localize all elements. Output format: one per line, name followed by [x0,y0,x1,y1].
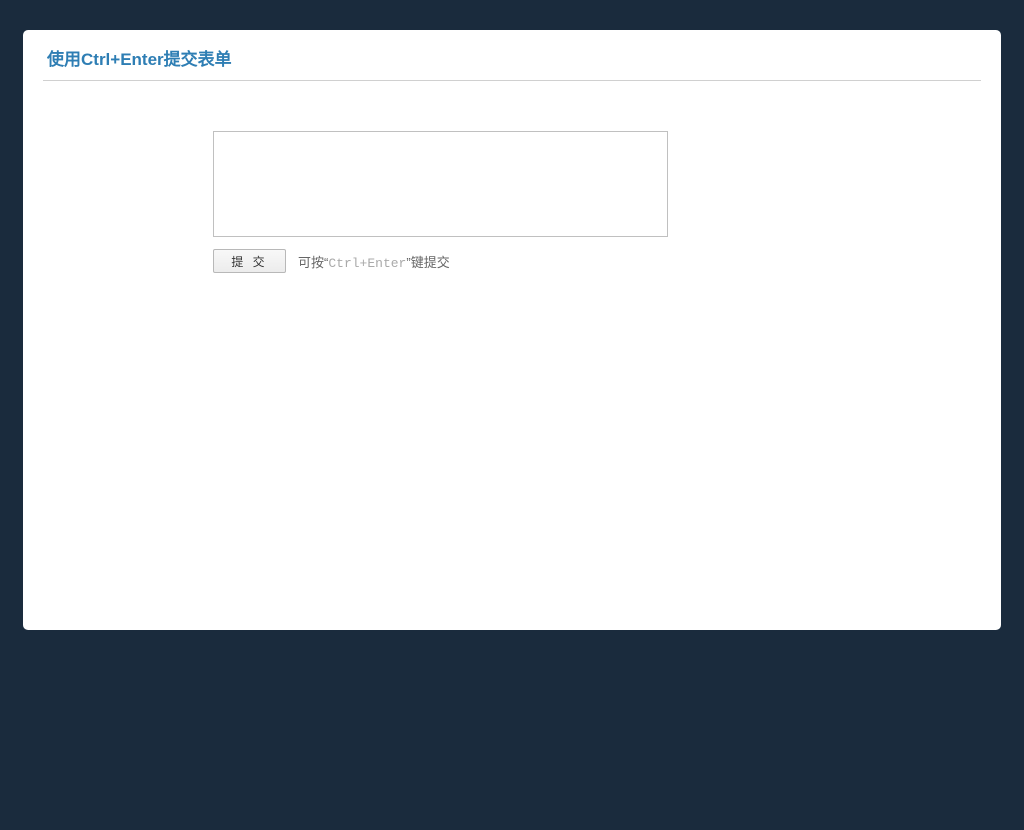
content-textarea[interactable] [213,131,668,237]
hint-text: 可按“Ctrl+Enter”键提交 [298,252,450,271]
hint-prefix: 可按“ [298,255,328,270]
submit-button[interactable]: 提 交 [213,249,286,273]
main-panel: 使用Ctrl+Enter提交表单 提 交 可按“Ctrl+Enter”键提交 [23,30,1001,630]
submit-row: 提 交 可按“Ctrl+Enter”键提交 [213,249,981,273]
page-title: 使用Ctrl+Enter提交表单 [43,45,981,81]
hint-suffix: ”键提交 [406,255,449,270]
hint-key: Ctrl+Enter [328,256,406,271]
form-area: 提 交 可按“Ctrl+Enter”键提交 [213,131,981,273]
